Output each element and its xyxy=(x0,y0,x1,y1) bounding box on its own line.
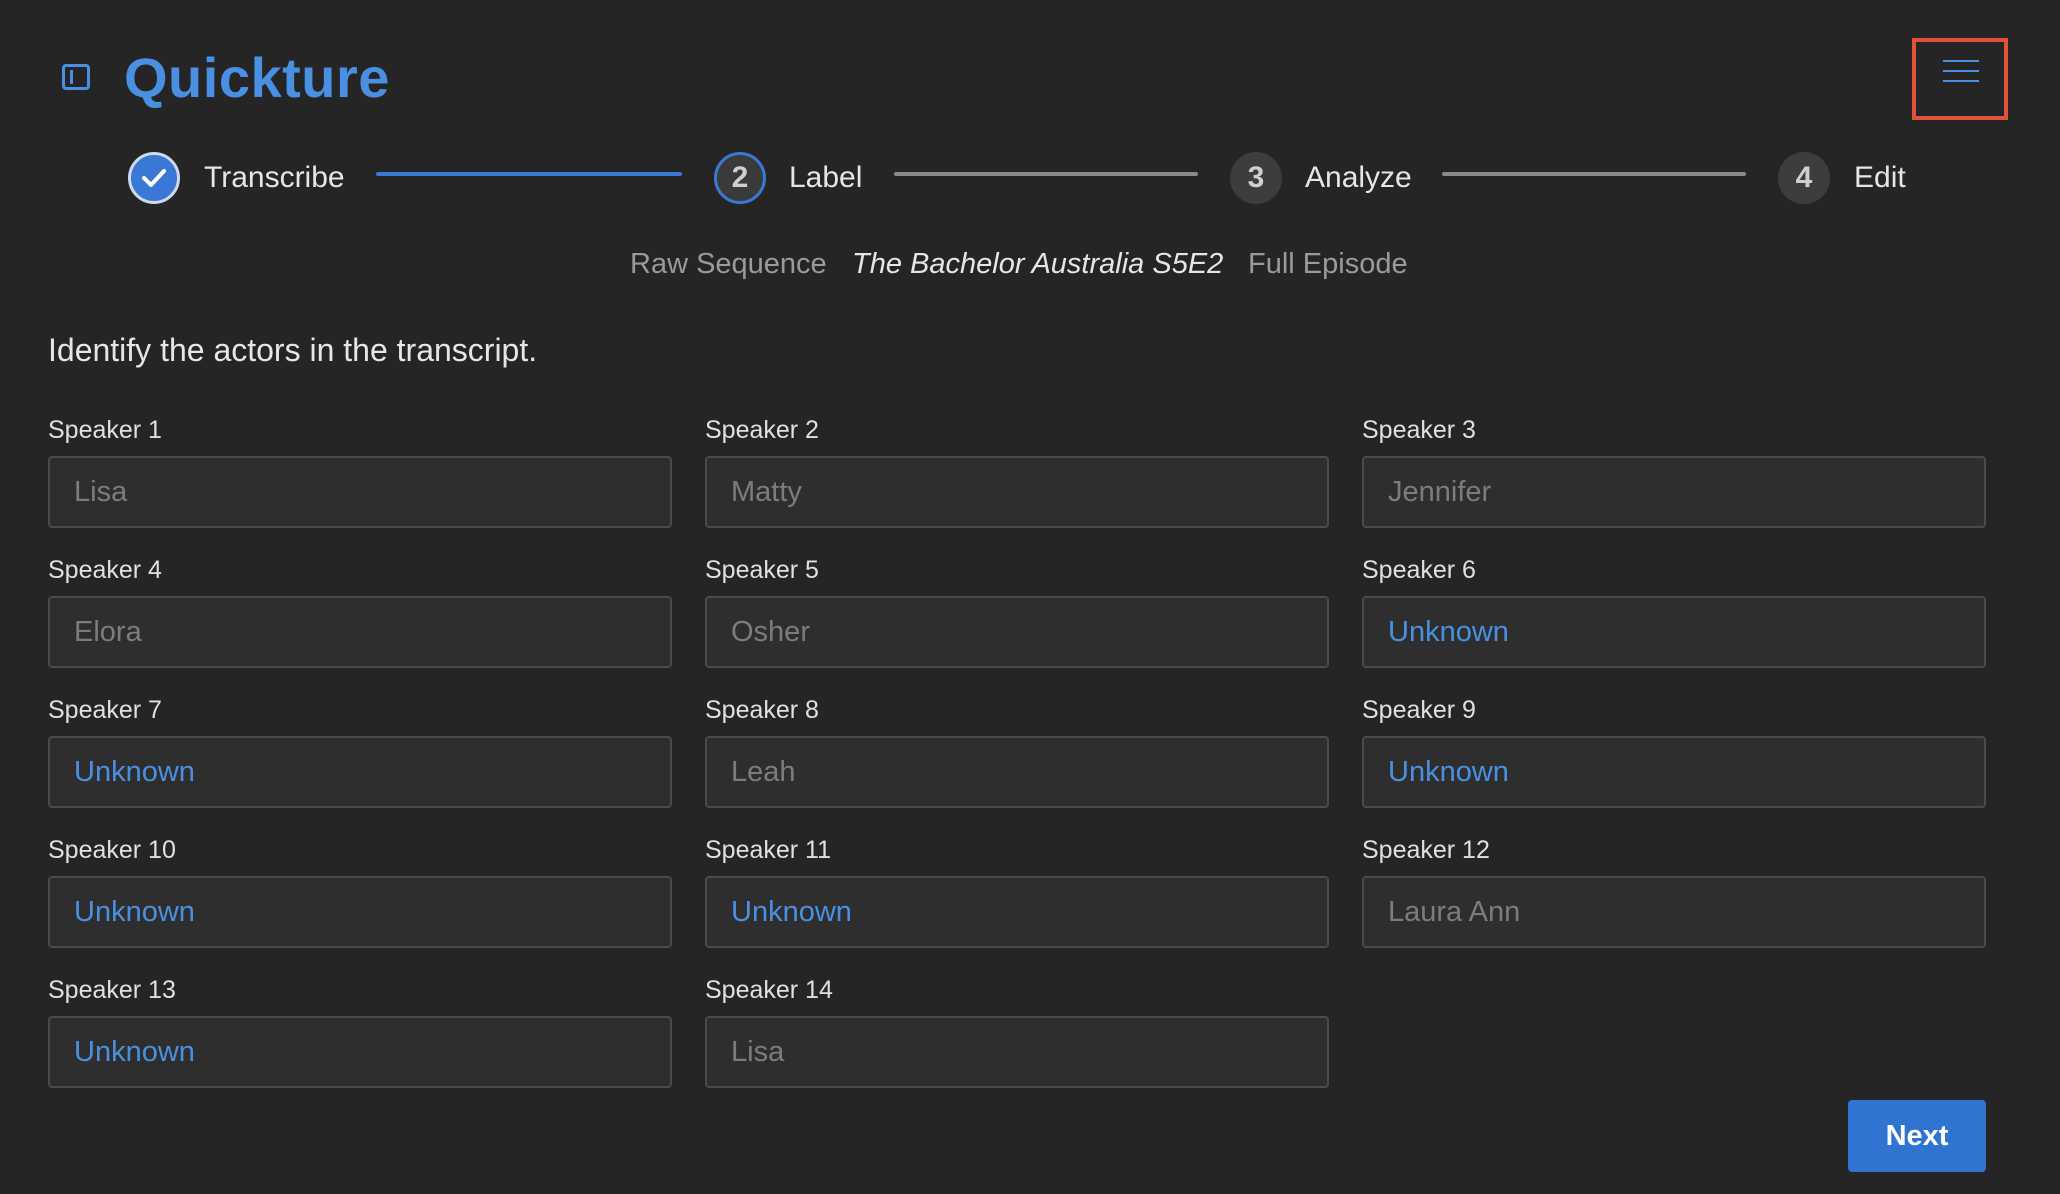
hamburger-menu-icon xyxy=(1943,70,1979,72)
step-label-label[interactable]: Label xyxy=(789,152,862,204)
speaker-label: Speaker 2 xyxy=(705,416,819,444)
speaker-label: Speaker 14 xyxy=(705,976,833,1004)
speaker-9-input[interactable] xyxy=(1362,736,1986,808)
speaker-field: Speaker 8 xyxy=(705,694,1329,808)
speaker-11-input[interactable] xyxy=(705,876,1329,948)
step-2-number: 2 xyxy=(714,152,766,204)
speaker-field: Speaker 7 xyxy=(48,694,672,808)
next-button[interactable]: Next xyxy=(1848,1100,1986,1172)
speaker-label: Speaker 4 xyxy=(48,556,162,584)
step-1-check-icon xyxy=(128,152,180,204)
speaker-field: Speaker 5 xyxy=(705,554,1329,668)
speaker-label: Speaker 6 xyxy=(1362,556,1476,584)
app-title: Quickture xyxy=(124,46,390,109)
speaker-label: Speaker 8 xyxy=(705,696,819,724)
speaker-label: Speaker 7 xyxy=(48,696,162,724)
step-label-edit[interactable]: Edit xyxy=(1854,152,1906,204)
speaker-label: Speaker 11 xyxy=(705,836,832,864)
progress-stepper: Transcribe 2 Label 3 Analyze 4 Edit xyxy=(0,148,2060,208)
speaker-10-input[interactable] xyxy=(48,876,672,948)
speaker-13-input[interactable] xyxy=(48,1016,672,1088)
speaker-field: Speaker 2 xyxy=(705,414,1329,528)
speaker-5-input[interactable] xyxy=(705,596,1329,668)
speaker-12-input[interactable] xyxy=(1362,876,1986,948)
instruction-text: Identify the actors in the transcript. xyxy=(48,332,538,368)
speaker-14-input[interactable] xyxy=(705,1016,1329,1088)
speaker-6-input[interactable] xyxy=(1362,596,1986,668)
speaker-2-input[interactable] xyxy=(705,456,1329,528)
page: Quickture Transcribe 2 Label 3 Analyze 4… xyxy=(0,0,2060,1194)
speaker-label: Speaker 12 xyxy=(1362,836,1490,864)
step-label-analyze[interactable]: Analyze xyxy=(1305,152,1412,204)
speaker-label: Speaker 5 xyxy=(705,556,819,584)
speaker-field: Speaker 11 xyxy=(705,834,1329,948)
episode-title: The Bachelor Australia S5E2 xyxy=(852,248,1224,280)
check-icon xyxy=(142,169,166,187)
speaker-7-input[interactable] xyxy=(48,736,672,808)
step-connector xyxy=(376,172,682,176)
speaker-field: Speaker 14 xyxy=(705,974,1329,1088)
sequence-label: Raw Sequence xyxy=(630,248,827,280)
menu-button[interactable] xyxy=(1912,38,2008,120)
speaker-label: Speaker 13 xyxy=(48,976,176,1004)
episode-type: Full Episode xyxy=(1248,248,1408,280)
hamburger-menu-icon xyxy=(1943,80,1979,82)
speaker-field: Speaker 6 xyxy=(1362,554,1986,668)
speaker-field: Speaker 3 xyxy=(1362,414,1986,528)
speaker-label: Speaker 1 xyxy=(48,416,162,444)
speaker-field: Speaker 13 xyxy=(48,974,672,1088)
step-label-transcribe[interactable]: Transcribe xyxy=(204,152,345,204)
speaker-field: Speaker 9 xyxy=(1362,694,1986,808)
sidebar-icon[interactable] xyxy=(62,64,90,90)
speaker-field: Speaker 1 xyxy=(48,414,672,528)
hamburger-menu-icon xyxy=(1943,60,1979,62)
speaker-4-input[interactable] xyxy=(48,596,672,668)
speaker-label: Speaker 10 xyxy=(48,836,176,864)
speaker-8-input[interactable] xyxy=(705,736,1329,808)
step-connector xyxy=(1442,172,1746,176)
speaker-field: Speaker 12 xyxy=(1362,834,1986,948)
step-3-number: 3 xyxy=(1230,152,1282,204)
speaker-field: Speaker 10 xyxy=(48,834,672,948)
step-connector xyxy=(894,172,1198,176)
speaker-label: Speaker 9 xyxy=(1362,696,1476,724)
speaker-3-input[interactable] xyxy=(1362,456,1986,528)
speaker-field: Speaker 4 xyxy=(48,554,672,668)
step-4-number: 4 xyxy=(1778,152,1830,204)
speaker-label: Speaker 3 xyxy=(1362,416,1476,444)
speaker-1-input[interactable] xyxy=(48,456,672,528)
